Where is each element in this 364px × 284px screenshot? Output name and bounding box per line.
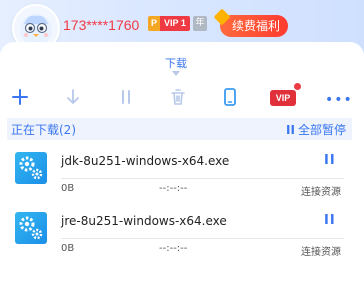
file-size: 0B: [61, 243, 75, 254]
download-status: 连接资源: [301, 187, 341, 198]
phone-icon[interactable]: [218, 85, 242, 109]
renew-benefit-button[interactable]: 续费福利: [220, 15, 289, 37]
file-gear-icon: [15, 212, 47, 244]
pause-all-button[interactable]: II 全部暂停: [286, 121, 346, 138]
pause-icon[interactable]: [114, 85, 138, 109]
vip-level-badge: P VIP 1: [148, 16, 190, 31]
more-icon[interactable]: •••: [325, 92, 353, 108]
remaining-time: --:--:--: [159, 243, 188, 254]
vip-icon[interactable]: VIP: [270, 90, 296, 106]
notification-dot: [294, 83, 301, 90]
download-item[interactable]: jre-8u251-windows-x64.exe II 0B --:--:--…: [0, 212, 364, 272]
add-icon[interactable]: [8, 85, 32, 109]
pause-all-icon: II: [286, 123, 295, 137]
item-pause-button[interactable]: II: [324, 153, 336, 168]
downloading-count-title: 正在下载(2): [11, 123, 76, 137]
vip-level-label: VIP 1: [160, 16, 190, 31]
tab-download[interactable]: 下载: [0, 55, 352, 71]
year-badge: 年: [193, 16, 207, 31]
file-gear-icon: [15, 152, 47, 184]
downloading-section-header: 正在下载(2) II 全部暂停: [7, 118, 352, 140]
progress-bar: [61, 178, 344, 179]
download-arrow-icon[interactable]: [61, 85, 85, 109]
pause-all-label: 全部暂停: [297, 123, 346, 137]
trash-icon[interactable]: [166, 85, 190, 109]
item-pause-button[interactable]: II: [324, 213, 336, 228]
remaining-time: --:--:--: [159, 183, 188, 194]
vip-prefix: P: [148, 16, 160, 31]
progress-bar: [61, 238, 344, 239]
file-name: jre-8u251-windows-x64.exe: [61, 214, 227, 228]
user-phone: 173****1760: [63, 17, 140, 33]
file-size: 0B: [61, 183, 75, 194]
download-status: 连接资源: [301, 247, 341, 258]
download-item[interactable]: jdk-8u251-windows-x64.exe II 0B --:--:--…: [0, 152, 364, 212]
file-name: jdk-8u251-windows-x64.exe: [61, 154, 230, 168]
caret-down-icon: [172, 71, 180, 76]
